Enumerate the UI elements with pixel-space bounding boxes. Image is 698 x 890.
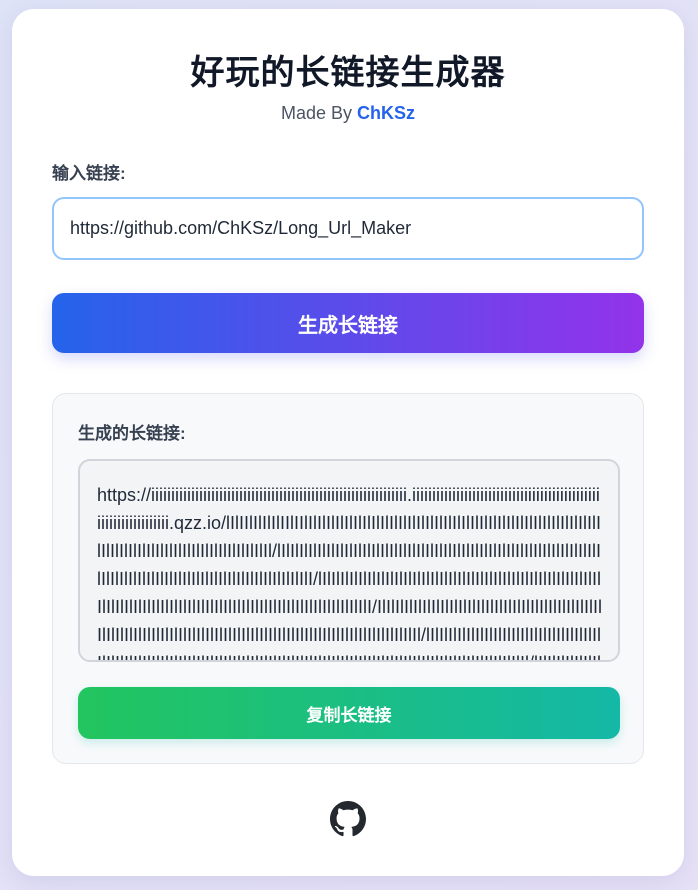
result-panel: 生成的长链接: https://iiiiiiiiiiiiiiiiiiiiiiii… xyxy=(52,393,644,764)
url-input[interactable] xyxy=(52,197,644,260)
author-link[interactable]: ChKSz xyxy=(357,103,415,123)
made-by-line: Made By ChKSz xyxy=(12,101,684,125)
main-card: 好玩的长链接生成器 Made By ChKSz 输入链接: 生成长链接 生成的长… xyxy=(12,9,684,876)
result-output[interactable]: https://iiiiiiiiiiiiiiiiiiiiiiiiiiiiiiii… xyxy=(78,459,620,662)
page-title: 好玩的长链接生成器 xyxy=(190,54,506,92)
result-label: 生成的长链接: xyxy=(78,424,186,443)
github-link[interactable] xyxy=(330,801,366,837)
result-text: https://iiiiiiiiiiiiiiiiiiiiiiiiiiiiiiii… xyxy=(97,485,603,660)
copy-button[interactable]: 复制长链接 xyxy=(78,687,620,739)
github-icon xyxy=(330,801,366,837)
made-by-prefix: Made By xyxy=(280,103,358,123)
generate-button[interactable]: 生成长链接 xyxy=(52,293,644,353)
input-label: 输入链接: xyxy=(52,164,126,183)
